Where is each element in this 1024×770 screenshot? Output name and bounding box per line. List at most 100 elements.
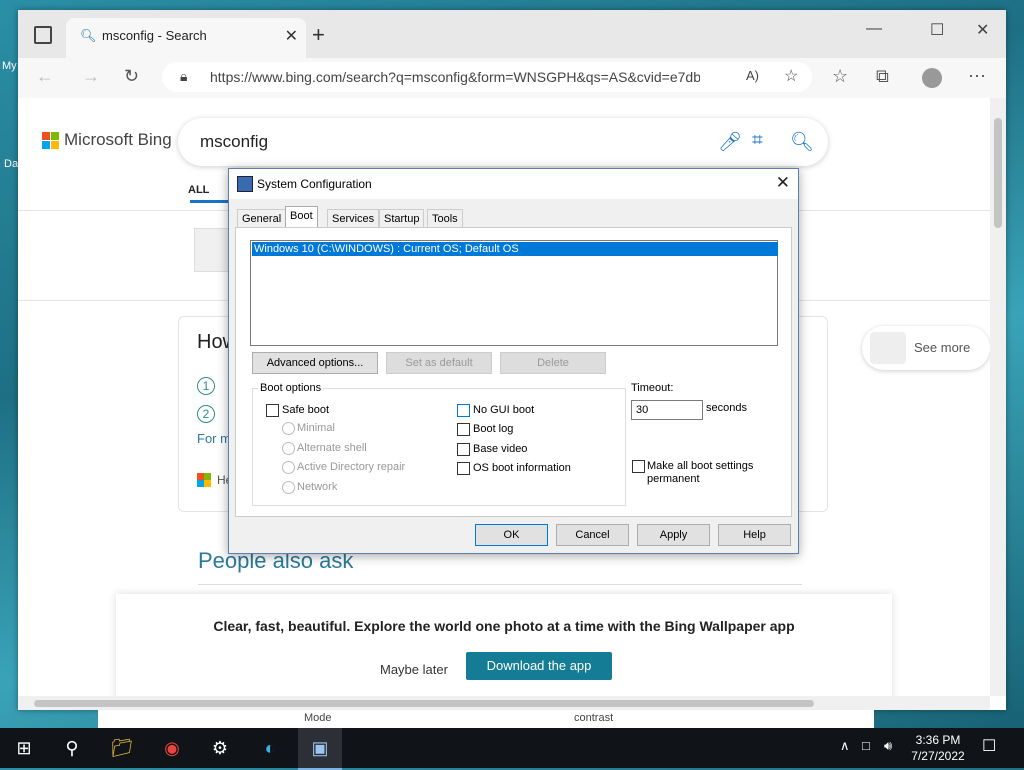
desktop-icon-label[interactable]: Da [4,158,18,170]
back-icon[interactable]: ← [36,66,54,87]
result-thumbnail[interactable] [194,228,230,272]
clock-time: 3:36 PM [915,733,961,747]
safe-boot-label[interactable]: Safe boot [282,404,329,416]
network-icon[interactable]: □ [862,738,870,753]
tab-tools[interactable]: Tools [427,209,463,228]
horizontal-scrollbar[interactable] [18,696,990,710]
boot-tab-panel: Windows 10 (C:\WINDOWS) : Current OS; De… [235,227,792,517]
minimal-radio[interactable] [282,422,295,435]
alternate-shell-radio[interactable] [282,442,295,455]
volume-icon[interactable]: 🔊︎ [884,738,892,754]
file-explorer-icon[interactable]: 📁︎ [110,736,134,760]
collections-icon[interactable]: ⧉ [876,66,889,87]
settings-gear-icon[interactable]: ⚙ [208,736,232,760]
tab-boot[interactable]: Boot [285,206,318,228]
delete-button[interactable]: Delete [500,352,606,374]
tab-general[interactable]: General [237,209,287,228]
lock-icon[interactable]: 🔒︎ [180,68,187,85]
microsoft-logo-icon [42,132,60,150]
tab-actions-icon[interactable] [34,26,52,44]
tab-title: msconfig - Search [102,28,207,43]
ad-repair-radio[interactable] [282,461,295,474]
scrollbar-thumb[interactable] [34,700,814,707]
system-clock[interactable]: 3:36 PM 7/27/2022 [906,732,970,764]
network-radio[interactable] [282,481,295,494]
minimal-label[interactable]: Minimal [297,422,335,434]
boot-log-label[interactable]: Boot log [473,423,513,435]
cancel-button[interactable]: Cancel [556,524,629,546]
start-windows-icon[interactable]: ⊞ [12,736,36,760]
tab-close-icon[interactable]: ✕ [285,26,298,46]
chevron-up-icon[interactable]: ∧ [840,738,850,754]
search-favicon-icon: 🔍︎ [80,28,97,43]
chrome-icon[interactable]: ◉ [160,736,184,760]
download-app-button[interactable]: Download the app [466,652,612,680]
make-permanent-label-2[interactable]: permanent [647,473,700,485]
microsoft-logo-icon [197,473,211,487]
base-video-label[interactable]: Base video [473,443,527,455]
scrollbar-thumb[interactable] [994,118,1002,228]
timeout-input[interactable]: 30 [631,400,703,420]
boot-options-label: Boot options [258,382,324,394]
close-window-icon[interactable]: ✕ [976,20,989,40]
tab-services[interactable]: Services [327,209,380,228]
dialog-close-icon[interactable]: ✕ [776,173,790,193]
base-video-checkbox[interactable] [457,443,470,456]
alternate-shell-label[interactable]: Alternate shell [297,442,367,454]
network-label[interactable]: Network [297,481,337,493]
refresh-icon[interactable]: ↻ [124,66,139,87]
add-favorite-icon[interactable]: ☆ [784,66,798,86]
os-list-item[interactable]: Windows 10 (C:\WINDOWS) : Current OS; De… [252,242,778,256]
set-as-default-button[interactable]: Set as default [386,352,492,374]
dialog-title-bar[interactable]: System Configuration ✕ [229,169,798,199]
search-icon[interactable]: ⚲ [60,736,84,760]
clock-date: 7/27/2022 [911,749,965,763]
forward-icon[interactable]: → [82,66,100,87]
microphone-icon[interactable]: 🎤︎ [718,130,742,154]
tab-startup[interactable]: Startup [379,209,425,228]
background-window-strip: Mode contrast [98,710,874,728]
bing-brand[interactable]: Microsoft Bing [64,130,172,150]
search-icon[interactable]: 🔍︎ [790,130,814,154]
notifications-icon[interactable]: ☐ [982,736,996,756]
scope-active-indicator [190,200,228,203]
see-more-thumbnail [870,332,906,364]
help-button[interactable]: Help [718,524,791,546]
search-box[interactable]: msconfig 🎤︎ ⌗ 🔍︎ [178,118,828,166]
favorites-icon[interactable]: ☆ [832,66,848,87]
apply-button[interactable]: Apply [637,524,710,546]
os-boot-info-label[interactable]: OS boot information [473,462,571,474]
boot-log-checkbox[interactable] [457,423,470,436]
safe-boot-checkbox[interactable] [266,404,279,417]
address-bar[interactable]: 🔒︎ https://www.bing.com/search?q=msconfi… [162,62,812,92]
maybe-later-link[interactable]: Maybe later [380,662,448,677]
profile-avatar[interactable] [922,68,942,88]
url-text: https://www.bing.com/search?q=msconfig&f… [210,69,700,85]
browser-tab[interactable]: 🔍︎ msconfig - Search ✕ [66,18,306,58]
no-gui-boot-checkbox[interactable] [457,404,470,417]
visual-search-icon[interactable]: ⌗ [752,130,763,152]
desktop-icon-label[interactable]: My [2,60,17,72]
ad-repair-label[interactable]: Active Directory repair [297,461,405,473]
see-more-button[interactable]: See more [862,326,990,370]
scope-all-tab[interactable]: ALL [188,184,209,196]
msconfig-taskbar-icon[interactable]: ▣ [308,736,332,760]
os-list[interactable]: Windows 10 (C:\WINDOWS) : Current OS; De… [250,240,778,346]
search-query: msconfig [200,132,269,151]
more-icon[interactable]: ⋯ [968,66,986,87]
timeout-label: Timeout: [631,382,674,394]
make-permanent-checkbox[interactable] [632,460,645,473]
ok-button[interactable]: OK [475,524,548,546]
background-text: contrast [574,712,614,724]
maximize-icon[interactable]: ☐ [930,20,944,40]
edge-icon[interactable]: ◐ [258,736,282,760]
new-tab-icon[interactable]: + [312,22,325,48]
read-aloud-icon[interactable]: A) [746,68,759,83]
divider [198,584,802,585]
vertical-scrollbar[interactable] [990,98,1006,696]
advanced-options-button[interactable]: Advanced options... [252,352,378,374]
minimize-icon[interactable]: — [866,20,882,38]
no-gui-boot-label[interactable]: No GUI boot [473,404,534,416]
os-boot-info-checkbox[interactable] [457,462,470,475]
make-permanent-label-1[interactable]: Make all boot settings [647,460,753,472]
